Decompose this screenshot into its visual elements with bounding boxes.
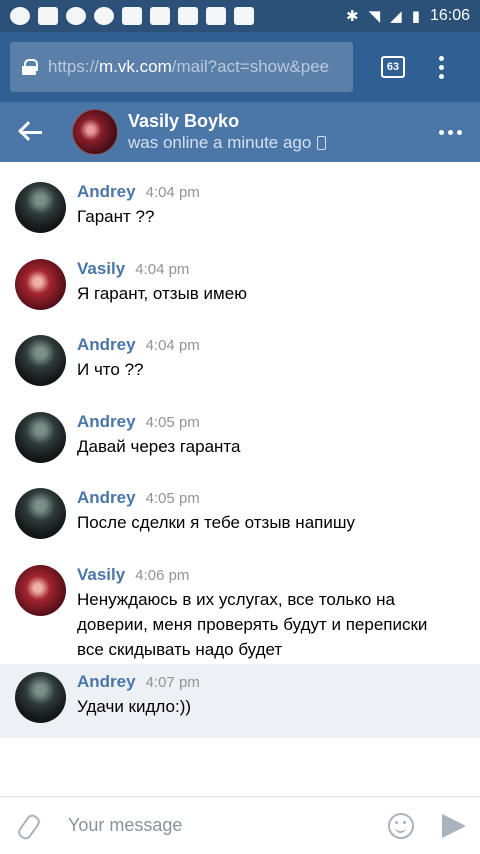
avatar[interactable] xyxy=(15,259,66,310)
dot-icon xyxy=(439,64,444,70)
dot-icon xyxy=(448,129,453,135)
message-time: 4:06 pm xyxy=(135,567,190,584)
online-status-text: was online a minute ago xyxy=(128,133,312,152)
message-author[interactable]: Andrey xyxy=(77,182,136,202)
youtube-icon xyxy=(206,7,226,25)
message[interactable]: Vasily 4:04 pm Я гарант, отзыв имею xyxy=(0,239,480,315)
message-time: 4:05 pm xyxy=(145,490,200,507)
attach-icon[interactable] xyxy=(14,812,42,840)
url-path: /mail?act=show&pee xyxy=(171,57,330,76)
quora-icon xyxy=(66,7,86,25)
avatar[interactable] xyxy=(15,182,66,233)
notification-icon xyxy=(10,7,30,25)
avatar[interactable] xyxy=(15,412,66,463)
message-text: Я гарант, отзыв имею xyxy=(77,284,247,303)
url-bar[interactable]: https:// m.vk.com /mail?act=show&pee xyxy=(10,42,353,92)
message-author[interactable]: Vasily xyxy=(77,259,125,279)
message-time: 4:05 pm xyxy=(145,414,200,431)
notification-icons xyxy=(10,7,254,25)
browser-toolbar: https:// m.vk.com /mail?act=show&pee 63 xyxy=(0,32,480,102)
youtube-icon xyxy=(234,7,254,25)
url-host: m.vk.com xyxy=(99,57,172,76)
message[interactable]: Andrey 4:07 pm Удачи кидло:)) xyxy=(0,664,480,738)
dot-icon xyxy=(439,129,444,135)
message-time: 4:04 pm xyxy=(145,337,200,354)
message[interactable]: Andrey 4:04 pm Гарант ?? xyxy=(0,162,480,239)
send-icon[interactable] xyxy=(442,813,466,838)
message[interactable]: Vasily 4:06 pm Ненуждаюсь в их услугах, в… xyxy=(0,545,480,664)
dot-icon xyxy=(439,55,444,61)
status-bar: ✱ ◥ ◢ ▮ 16:06 xyxy=(0,0,480,32)
avatar[interactable] xyxy=(15,565,66,616)
message-text: Давай через гаранта xyxy=(77,437,241,456)
message-text: Удачи кидло:)) xyxy=(77,697,192,716)
contact-info[interactable]: Vasily Boyko was online a minute ago xyxy=(128,110,327,154)
message-time: 4:04 pm xyxy=(145,184,200,201)
contact-status: was online a minute ago xyxy=(128,132,327,154)
at-icon xyxy=(94,7,114,25)
message-author[interactable]: Andrey xyxy=(77,335,136,355)
more-options-button[interactable] xyxy=(439,129,462,135)
url-scheme: https:// xyxy=(48,57,100,76)
message-text: После сделки я тебе отзыв напишу xyxy=(77,513,355,532)
mobile-icon xyxy=(317,136,327,150)
browser-menu-button[interactable] xyxy=(439,55,444,79)
message-author[interactable]: Andrey xyxy=(77,488,136,508)
message-text: Ненуждаюсь в их услугах, все только на д… xyxy=(77,590,428,659)
avatar[interactable] xyxy=(72,109,118,155)
message[interactable]: Andrey 4:04 pm И что ?? xyxy=(0,315,480,392)
contact-name: Vasily Boyko xyxy=(128,111,240,131)
wifi-icon: ◥ xyxy=(368,7,381,25)
message[interactable]: Andrey 4:05 pm Давай через гаранта xyxy=(0,392,480,468)
avatar[interactable] xyxy=(15,672,66,723)
mail-icon xyxy=(122,7,142,25)
message-author[interactable]: Vasily xyxy=(77,565,125,585)
dot-icon xyxy=(457,129,462,135)
sms-icon xyxy=(38,7,58,25)
avatar[interactable] xyxy=(15,335,66,386)
bluetooth-icon: ✱ xyxy=(346,7,359,25)
message-composer xyxy=(0,796,480,854)
message-time: 4:07 pm xyxy=(145,674,200,691)
mail-icon xyxy=(150,7,170,25)
conversation-header: Vasily Boyko was online a minute ago xyxy=(0,102,480,162)
message-input[interactable] xyxy=(68,815,388,836)
message-text: Гарант ?? xyxy=(77,207,155,226)
gallery-icon xyxy=(178,7,198,25)
message-list[interactable]: Andrey 4:04 pm Гарант ?? Vasily 4:04 pm Я … xyxy=(0,162,480,796)
back-arrow-icon[interactable] xyxy=(18,120,46,144)
battery-icon: ▮ xyxy=(411,7,420,25)
message-time: 4:04 pm xyxy=(135,261,190,278)
message-text: И что ?? xyxy=(77,360,144,379)
signal-icon: ◢ xyxy=(390,7,402,25)
dot-icon xyxy=(439,73,444,79)
avatar[interactable] xyxy=(15,488,66,539)
lock-icon xyxy=(22,59,38,75)
emoji-icon[interactable] xyxy=(388,812,414,839)
clock: 16:06 xyxy=(429,7,470,24)
message-author[interactable]: Andrey xyxy=(77,412,136,432)
message[interactable]: Andrey 4:05 pm После сделки я тебе отзыв … xyxy=(0,468,480,545)
system-icons: ✱ ◥ ◢ ▮ 16:06 xyxy=(346,7,470,25)
tab-switcher-button[interactable]: 63 xyxy=(381,56,405,78)
message-author[interactable]: Andrey xyxy=(77,672,136,692)
